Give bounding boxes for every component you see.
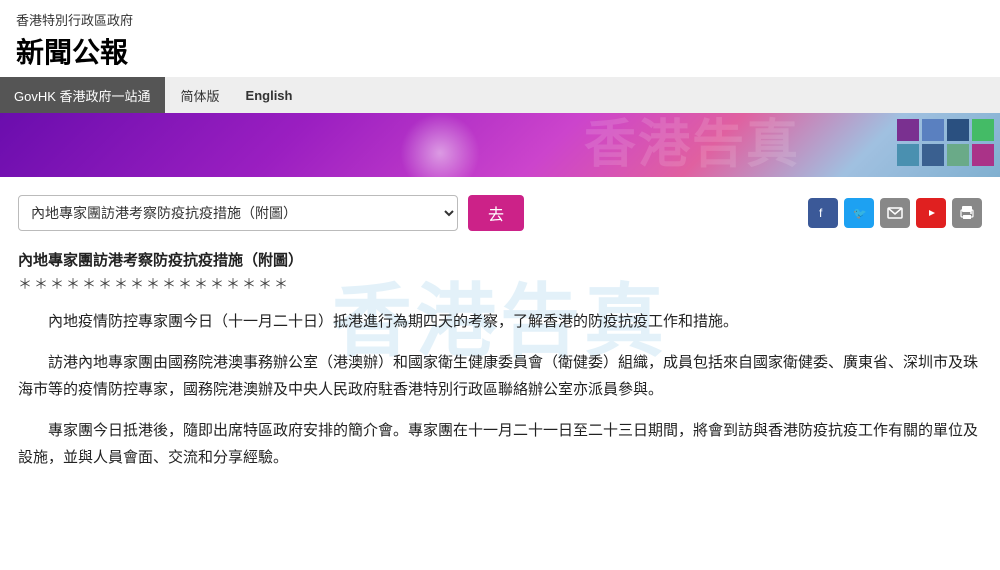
header-subtitle: 香港特別行政區政府 xyxy=(16,10,984,29)
article-stars: ＊＊＊＊＊＊＊＊＊＊＊＊＊＊＊＊＊ xyxy=(18,274,982,294)
youtube-icon[interactable] xyxy=(916,198,946,228)
article-body: 內地疫情防控專家團今日（十一月二十日）抵港進行為期四天的考察，了解香港的防疫抗疫… xyxy=(18,308,982,471)
banner-light xyxy=(400,113,480,177)
article-title: 內地專家團訪港考察防疫抗疫措施（附圖） xyxy=(18,249,982,270)
mail-icon[interactable] xyxy=(880,198,910,228)
header: 香港特別行政區政府 新聞公報 xyxy=(0,0,1000,77)
paragraph-1: 內地疫情防控專家團今日（十一月二十日）抵港進行為期四天的考察，了解香港的防疫抗疫… xyxy=(18,308,982,335)
go-button[interactable]: 去 xyxy=(468,195,524,231)
toolbar-row: 內地專家團訪港考察防疫抗疫措施（附圖） 去 f 🐦 xyxy=(18,195,982,231)
nav-english[interactable]: English xyxy=(236,77,303,113)
svg-text:🐦: 🐦 xyxy=(853,208,866,220)
svg-text:f: f xyxy=(819,206,823,220)
main-content: 香港告真 內地專家團訪港考察防疫抗疫措施（附圖） 去 f 🐦 內地專家團訪港考察 xyxy=(0,177,1000,503)
paragraph-2: 訪港內地專家團由國務院港澳事務辦公室（港澳辦）和國家衛生健康委員會（衛健委）組織… xyxy=(18,349,982,403)
facebook-icon[interactable]: f xyxy=(808,198,838,228)
header-title: 新聞公報 xyxy=(16,31,984,71)
article-select[interactable]: 內地專家團訪港考察防疫抗疫措施（附圖） xyxy=(18,195,458,231)
nav-bar: GovHK 香港政府一站通 简体版 English xyxy=(0,77,1000,113)
nav-govhk[interactable]: GovHK 香港政府一站通 xyxy=(0,77,165,113)
print-icon[interactable] xyxy=(952,198,982,228)
banner-squares xyxy=(891,113,1000,177)
nav-simplified[interactable]: 简体版 xyxy=(165,77,236,113)
banner-watermark: 香港告真 xyxy=(584,113,800,177)
twitter-icon[interactable]: 🐦 xyxy=(844,198,874,228)
paragraph-3: 專家團今日抵港後，隨即出席特區政府安排的簡介會。專家團在十一月二十一日至二十三日… xyxy=(18,417,982,471)
share-icons: f 🐦 xyxy=(808,198,982,228)
banner: 香港告真 xyxy=(0,113,1000,177)
